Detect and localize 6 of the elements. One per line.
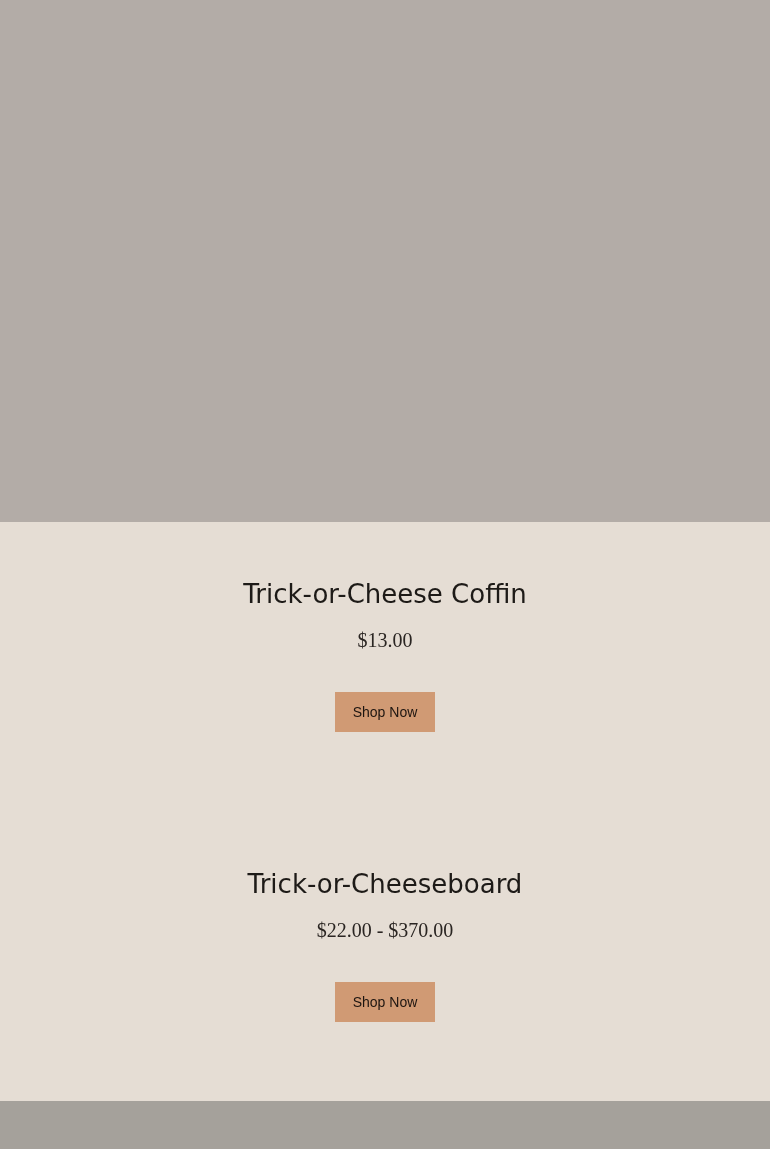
shop-now-button[interactable]: Shop Now	[335, 982, 435, 1022]
product-title: Trick-or-Cheeseboard	[247, 868, 523, 900]
product-title: Trick-or-Cheese Coffin	[243, 578, 527, 610]
shop-now-button[interactable]: Shop Now	[335, 692, 435, 732]
product-price: $13.00	[357, 628, 413, 652]
product-price: $22.00 - $370.00	[316, 918, 454, 942]
